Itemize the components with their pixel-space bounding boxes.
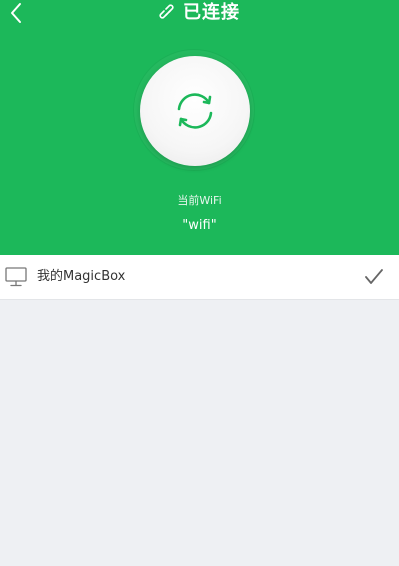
current-wifi-label: 当前WiFi	[177, 194, 222, 207]
divider	[0, 299, 399, 300]
check-icon	[365, 269, 383, 284]
refresh-button[interactable]	[140, 56, 250, 166]
monitor-icon	[5, 267, 27, 287]
device-item-magicbox[interactable]: 我的MagicBox	[0, 255, 399, 299]
wifi-name: "wifi"	[182, 218, 217, 233]
header: 已连接 当前WiFi "wifi"	[0, 0, 399, 255]
link-icon	[159, 4, 177, 22]
device-label: 我的MagicBox	[37, 269, 126, 284]
title-bar: 已连接	[0, 0, 399, 26]
refresh-icon	[177, 93, 213, 129]
page-title: 已连接	[183, 2, 240, 23]
